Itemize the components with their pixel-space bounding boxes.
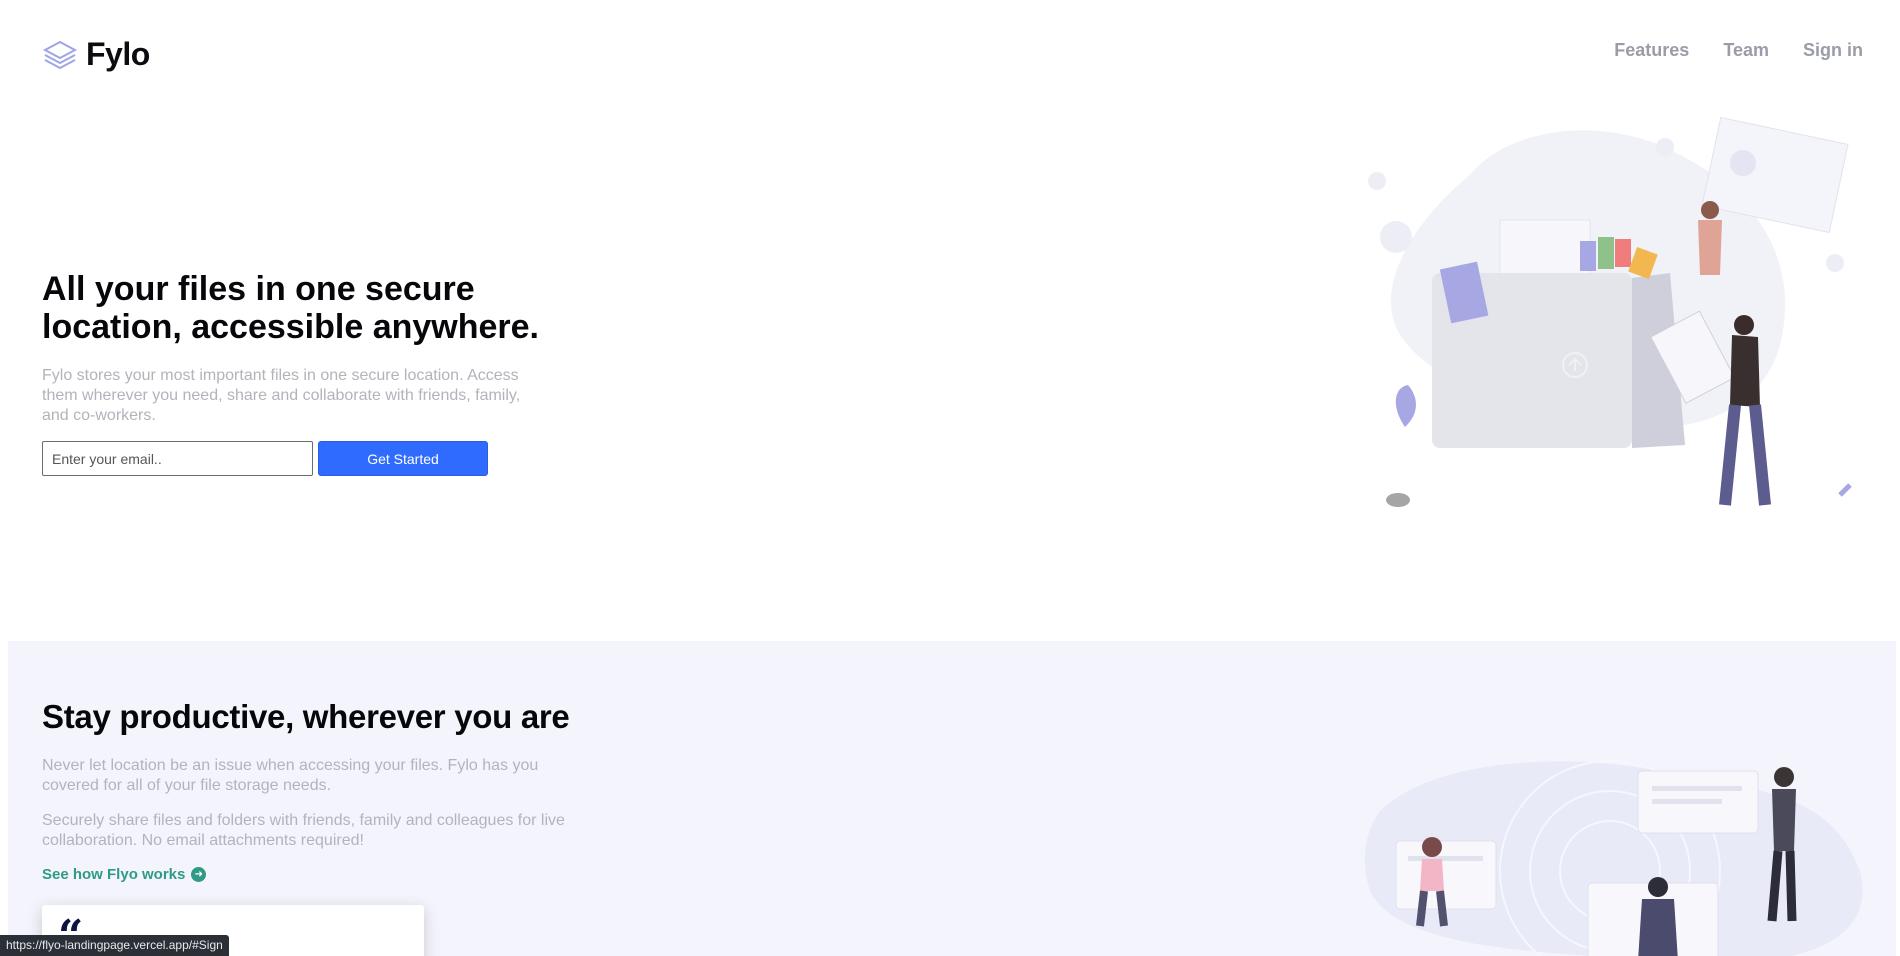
signup-form: Get Started: [42, 441, 488, 476]
hero-title: All your files in one secure location, a…: [42, 270, 540, 346]
email-input[interactable]: [42, 441, 313, 476]
productive-illustration: [1364, 760, 1863, 956]
hero-illustration: [1368, 116, 1852, 507]
main-nav: Features Team Sign in: [1614, 40, 1863, 61]
hero-description: Fylo stores your most important files in…: [42, 367, 521, 424]
page: Fylo Features Team Sign in All your file…: [0, 0, 1900, 956]
stack-layers-icon: [42, 40, 78, 69]
productive-title: Stay productive, wherever you are: [42, 698, 570, 735]
see-how-link[interactable]: See how Flyo works ➜: [42, 866, 207, 883]
logo[interactable]: Fylo: [42, 36, 150, 73]
productive-section: Stay productive, wherever you are Never …: [8, 641, 1896, 956]
status-bar-url: https://flyo-landingpage.vercel.app/#Sig…: [0, 935, 229, 956]
productive-paragraph-1: Never let location be an issue when acce…: [42, 757, 539, 794]
site-header: Fylo Features Team Sign in: [0, 0, 1900, 105]
nav-team-link[interactable]: Team: [1723, 40, 1769, 61]
logo-text: Fylo: [86, 36, 150, 72]
arrow-right-circle-icon: ➜: [191, 867, 207, 882]
get-started-button[interactable]: Get Started: [318, 441, 488, 476]
nav-features-link[interactable]: Features: [1614, 40, 1689, 61]
see-how-link-label: See how Flyo works: [42, 866, 186, 883]
productive-paragraph-2: Securely share files and folders with fr…: [42, 812, 565, 849]
nav-sign-in-link[interactable]: Sign in: [1803, 40, 1863, 61]
